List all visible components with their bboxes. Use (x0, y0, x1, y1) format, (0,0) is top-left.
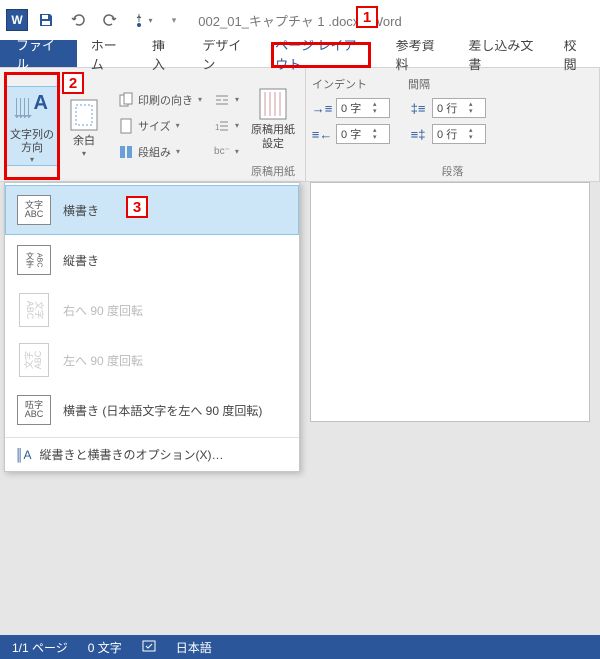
indent-left-icon: →≡ (312, 101, 332, 116)
rotate-left-icon: 文字ABC (19, 343, 49, 377)
space-after-icon: ≡‡ (408, 127, 428, 142)
status-words[interactable]: 0 文字 (88, 639, 122, 656)
separator (5, 437, 299, 438)
tab-mailings[interactable]: 差し込み文書 (454, 40, 549, 67)
callout-2-box (4, 72, 60, 180)
dd-vertical[interactable]: 文字ABC 縦書き (5, 235, 299, 285)
tab-design[interactable]: デザイン (188, 40, 261, 67)
status-bar: 1/1 ページ 0 文字 日本語 (0, 635, 600, 659)
space-before-field[interactable]: ‡≡0 行▴▾ (408, 98, 486, 118)
title-bar: W ▾ ▾ 002_01_キャプチャ 1 .docx - Word (0, 0, 600, 40)
indent-left-field[interactable]: →≡0 字▴▾ (312, 98, 390, 118)
tab-insert[interactable]: 挿入 (138, 40, 188, 67)
indent-right-field[interactable]: ≡←0 字▴▾ (312, 124, 390, 144)
space-before-icon: ‡≡ (408, 101, 428, 116)
text-direction-dropdown: 文字ABC 横書き 文字ABC 縦書き 文字ABC 右へ 90 度回転 文字AB… (4, 182, 300, 472)
status-language[interactable]: 日本語 (176, 639, 212, 656)
dd-rotate-right: 文字ABC 右へ 90 度回転 (5, 285, 299, 335)
dd-horizontal-rotated[interactable]: 㕶字ABC 横書き (日本語文字を左へ 90 度回転) (5, 385, 299, 435)
dd-options[interactable]: ║A 縦書きと横書きのオプション(X)… (5, 440, 299, 469)
tab-references[interactable]: 参考資料 (382, 40, 455, 67)
horizontal-rotated-icon: 㕶字ABC (17, 395, 51, 425)
dd-horizontal[interactable]: 文字ABC 横書き (5, 185, 299, 235)
space-after-field[interactable]: ≡‡0 行▴▾ (408, 124, 486, 144)
document-page[interactable] (310, 182, 590, 422)
callout-1-box (271, 42, 371, 68)
touch-mode-button[interactable]: ▾ (128, 6, 156, 34)
ribbon: A 文字列の 方向 ▾ 余白 ▾ 印刷の向き▾ サイズ▾ 段組み▾ ▾ 1▾ b… (0, 68, 600, 182)
orientation-button[interactable]: 印刷の向き▾ (116, 89, 204, 111)
group-label-paragraph: 段落 (312, 161, 593, 179)
quick-access-toolbar: W ▾ ▾ (0, 6, 188, 34)
manuscript-icon (255, 86, 291, 122)
undo-button[interactable] (64, 6, 92, 34)
status-page[interactable]: 1/1 ページ (12, 639, 68, 656)
status-proofing-icon[interactable] (142, 639, 156, 656)
breaks-button[interactable]: ▾ (212, 89, 241, 111)
tab-home[interactable]: ホーム (77, 40, 138, 67)
chevron-down-icon: ▾ (82, 149, 86, 158)
redo-button[interactable] (96, 6, 124, 34)
margins-button[interactable]: 余白 ▾ (58, 86, 110, 166)
group-label-manuscript: 原稿用紙 (247, 161, 299, 179)
manuscript-paper-button[interactable]: 原稿用紙 設定 (247, 77, 299, 157)
callout-3-num: 3 (126, 196, 148, 218)
word-app-icon[interactable]: W (6, 9, 28, 31)
indent-heading: インデント (312, 76, 390, 92)
svg-text:1: 1 (215, 123, 220, 132)
spacing-heading: 間隔 (408, 76, 486, 92)
columns-button[interactable]: 段組み▾ (116, 141, 204, 163)
line-numbers-button[interactable]: 1▾ (212, 115, 241, 137)
horizontal-text-icon: 文字ABC (17, 195, 51, 225)
indent-right-icon: ≡← (312, 127, 332, 142)
callout-2-num: 2 (62, 72, 84, 94)
vertical-text-icon: 文字ABC (17, 245, 51, 275)
text-direction-options-icon: ║A (15, 448, 32, 462)
qat-customize-button[interactable]: ▾ (160, 6, 188, 34)
hyphenation-button[interactable]: bc⁻▾ (212, 141, 241, 163)
size-button[interactable]: サイズ▾ (116, 115, 204, 137)
rotate-right-icon: 文字ABC (19, 293, 49, 327)
tab-file[interactable]: ファイル (0, 40, 77, 67)
tab-review[interactable]: 校閲 (550, 40, 600, 67)
dd-rotate-left: 文字ABC 左へ 90 度回転 (5, 335, 299, 385)
margins-icon (66, 97, 102, 133)
callout-1-num: 1 (356, 6, 378, 28)
save-button[interactable] (32, 6, 60, 34)
